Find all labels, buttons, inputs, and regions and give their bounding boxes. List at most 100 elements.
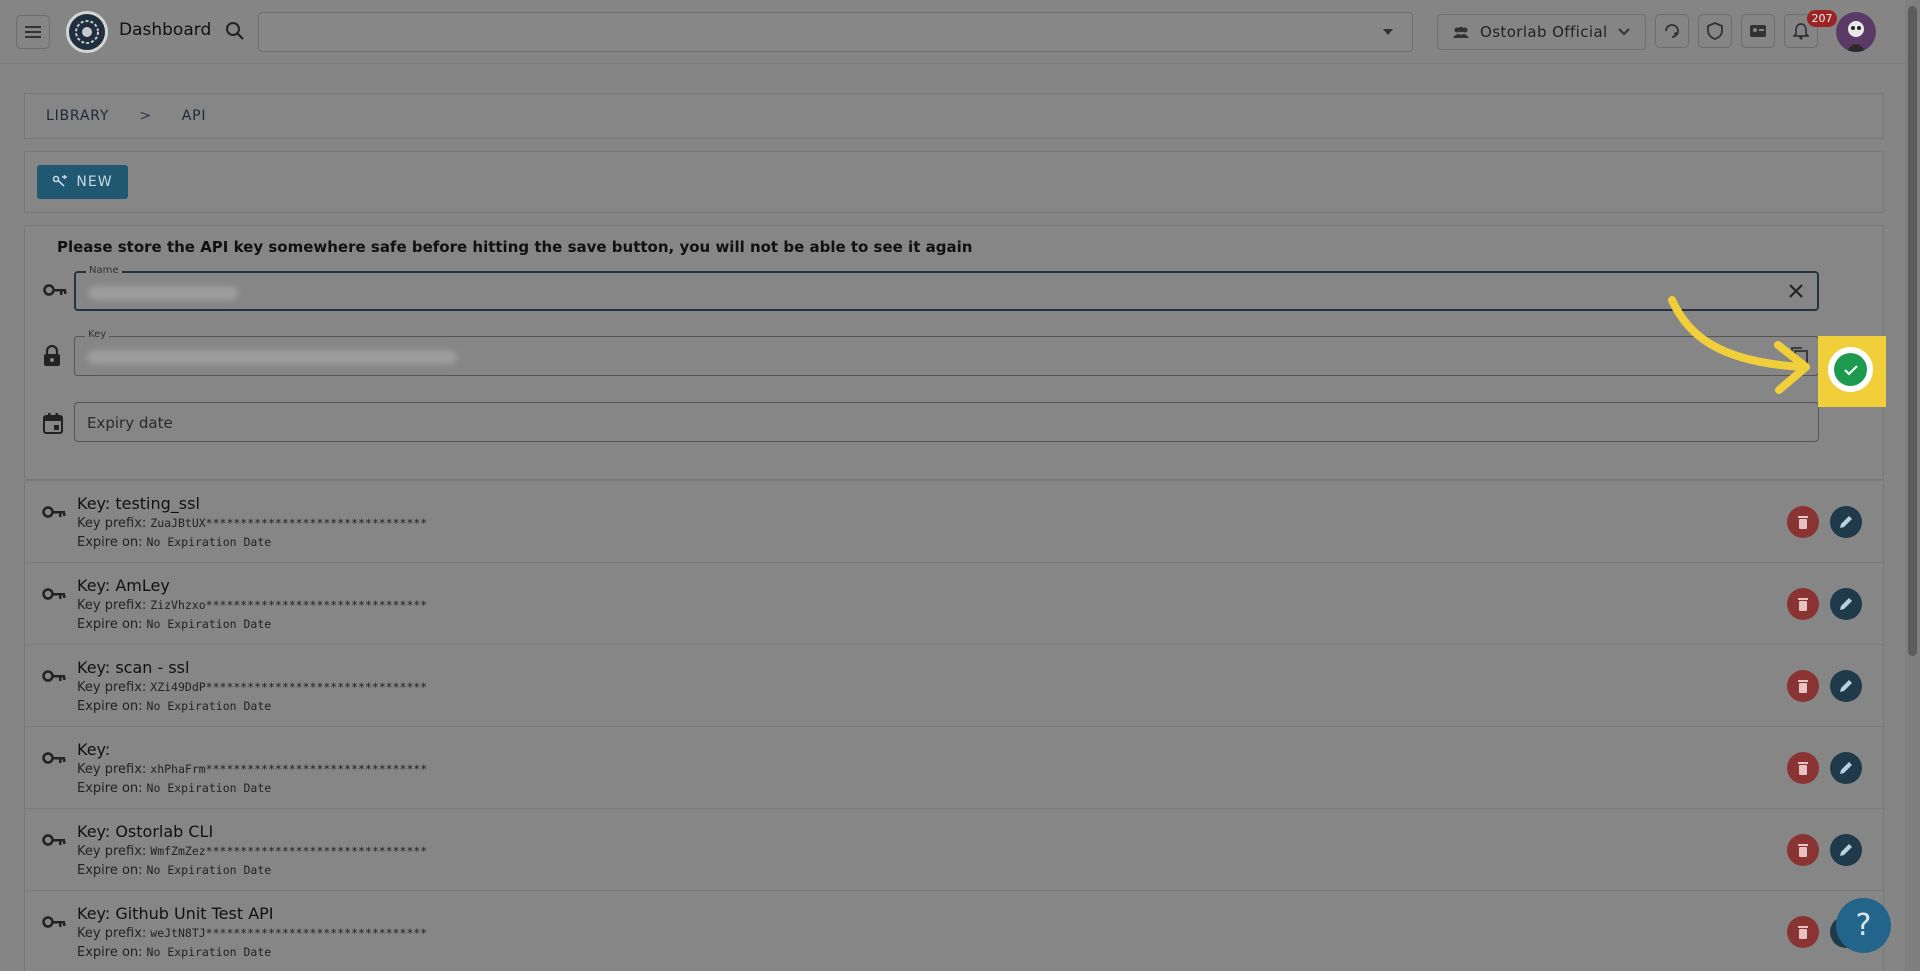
trash-icon xyxy=(1798,926,1808,939)
key-name: Key: testing_ssl xyxy=(77,494,200,513)
list-item: Key: AmLey Key prefix: ZizVhzxo**********… xyxy=(25,563,1883,645)
breadcrumb-separator: > xyxy=(139,108,152,124)
key-icon xyxy=(42,588,66,600)
key-prefix: Key prefix: weJtN8TJ*********************… xyxy=(77,926,427,941)
pencil-icon xyxy=(1840,762,1852,774)
key-name: Key: AmLey xyxy=(77,576,170,595)
delete-key-button[interactable] xyxy=(1787,834,1819,866)
chevron-down-icon[interactable] xyxy=(1382,26,1394,38)
chevron-down-icon xyxy=(1617,28,1630,36)
tickets-button[interactable] xyxy=(1741,14,1775,48)
key-icon xyxy=(42,506,66,518)
bell-icon xyxy=(1793,23,1809,40)
breadcrumb-api[interactable]: API xyxy=(182,108,207,124)
help-button[interactable]: ? xyxy=(1836,898,1891,953)
key-expiry-label: Expire on: xyxy=(77,535,143,550)
save-warning: Please store the API key somewhere safe … xyxy=(57,238,973,256)
user-avatar[interactable] xyxy=(1836,12,1876,52)
key-prefix-value: XZi49DdP******************************** xyxy=(150,680,428,694)
key-expiry-value: No Expiration Date xyxy=(146,945,272,959)
notification-badge: 207 xyxy=(1807,10,1837,27)
key-expiry-label: Expire on: xyxy=(77,945,143,960)
search-input[interactable] xyxy=(258,12,1413,52)
organization-name: Ostorlab Official xyxy=(1480,23,1608,41)
breadcrumb: LIBRARY > API xyxy=(24,93,1884,139)
calendar-icon xyxy=(43,413,63,434)
menu-button[interactable] xyxy=(16,15,50,49)
key-prefix-label: Key prefix: xyxy=(77,516,147,531)
list-item: Key: Github Unit Test API Key prefix: weJ… xyxy=(25,891,1883,971)
page-scrollbar[interactable] xyxy=(1905,0,1920,971)
key-expiry: Expire on: No Expiration Date xyxy=(77,535,271,550)
key-expiry-value: No Expiration Date xyxy=(146,781,272,795)
delete-key-button[interactable] xyxy=(1787,588,1819,620)
new-key-button[interactable]: NEW xyxy=(37,165,128,199)
search-icon[interactable] xyxy=(225,21,245,41)
key-prefix-label: Key prefix: xyxy=(77,926,147,941)
delete-key-button[interactable] xyxy=(1787,506,1819,538)
key-field-label: Key xyxy=(85,329,110,340)
key-prefix-label: Key prefix: xyxy=(77,680,147,695)
key-expiry: Expire on: No Expiration Date xyxy=(77,781,271,796)
delete-key-button[interactable] xyxy=(1787,916,1819,948)
tutorial-arrow-icon xyxy=(1668,296,1810,394)
key-prefix-value: ZuaJBtUX******************************** xyxy=(150,516,428,530)
delete-key-button[interactable] xyxy=(1787,670,1819,702)
pencil-icon xyxy=(1840,844,1852,856)
name-field-label: Name xyxy=(86,265,122,276)
trash-icon xyxy=(1798,680,1808,693)
key-expiry-label: Expire on: xyxy=(77,617,143,632)
key-icon xyxy=(42,670,66,682)
lock-icon xyxy=(44,345,60,366)
key-icon xyxy=(43,284,67,296)
pencil-icon xyxy=(1840,598,1852,610)
key-prefix-value: xhPhaFrm******************************** xyxy=(150,762,428,776)
avatar-icon xyxy=(1846,21,1866,52)
key-field[interactable]: Key xyxy=(74,329,1819,376)
key-prefix-label: Key prefix: xyxy=(77,762,147,777)
ticket-icon xyxy=(1750,25,1766,37)
organization-select[interactable]: Ostorlab Official xyxy=(1437,14,1646,50)
trash-icon xyxy=(1798,844,1808,857)
list-item: Key: Ostorlab CLI Key prefix: WmfZmZez***… xyxy=(25,809,1883,891)
edit-key-button[interactable] xyxy=(1830,506,1862,538)
edit-key-button[interactable] xyxy=(1830,752,1862,784)
new-key-label: NEW xyxy=(76,174,113,190)
toolbar: NEW xyxy=(24,151,1884,213)
name-field[interactable]: Name xyxy=(74,265,1819,311)
key-prefix-value: weJtN8TJ******************************** xyxy=(150,926,428,940)
key-name: Key: xyxy=(77,740,111,759)
key-prefix-value: WmfZmZez******************************** xyxy=(150,844,428,858)
key-prefix: Key prefix: xhPhaFrm*********************… xyxy=(77,762,427,777)
key-expiry-value: No Expiration Date xyxy=(146,863,272,877)
key-expiry-label: Expire on: xyxy=(77,699,143,714)
edit-key-button[interactable] xyxy=(1830,834,1862,866)
key-expiry-value: No Expiration Date xyxy=(146,535,272,549)
scrollbar-thumb[interactable] xyxy=(1908,6,1917,656)
app-logo[interactable] xyxy=(66,11,108,53)
save-button[interactable] xyxy=(1834,353,1867,386)
expiry-date-field[interactable]: Expiry date xyxy=(74,402,1819,442)
trash-icon xyxy=(1798,762,1808,775)
key-expiry-value: No Expiration Date xyxy=(146,699,272,713)
list-item: Key: Key prefix: xhPhaFrm****************… xyxy=(25,727,1883,809)
app-title[interactable]: Dashboard xyxy=(119,20,211,40)
key-name: Key: Github Unit Test API xyxy=(77,904,274,923)
pencil-icon xyxy=(1840,516,1852,528)
key-plus-icon xyxy=(53,175,68,187)
list-item: Key: testing_ssl Key prefix: ZuaJBtUX****… xyxy=(25,481,1883,563)
security-button[interactable] xyxy=(1698,14,1732,48)
key-expiry: Expire on: No Expiration Date xyxy=(77,699,271,714)
key-expiry-value: No Expiration Date xyxy=(146,617,272,631)
refresh-shield-icon xyxy=(1665,24,1679,38)
delete-key-button[interactable] xyxy=(1787,752,1819,784)
edit-key-button[interactable] xyxy=(1830,588,1862,620)
key-value-redacted xyxy=(87,350,457,364)
key-icon xyxy=(42,834,66,846)
breadcrumb-library[interactable]: LIBRARY xyxy=(46,108,109,124)
trash-icon xyxy=(1798,516,1808,529)
scan-button[interactable] xyxy=(1655,14,1689,48)
group-icon xyxy=(1453,26,1469,38)
key-prefix: Key prefix: ZuaJBtUX*********************… xyxy=(77,516,427,531)
edit-key-button[interactable] xyxy=(1830,670,1862,702)
